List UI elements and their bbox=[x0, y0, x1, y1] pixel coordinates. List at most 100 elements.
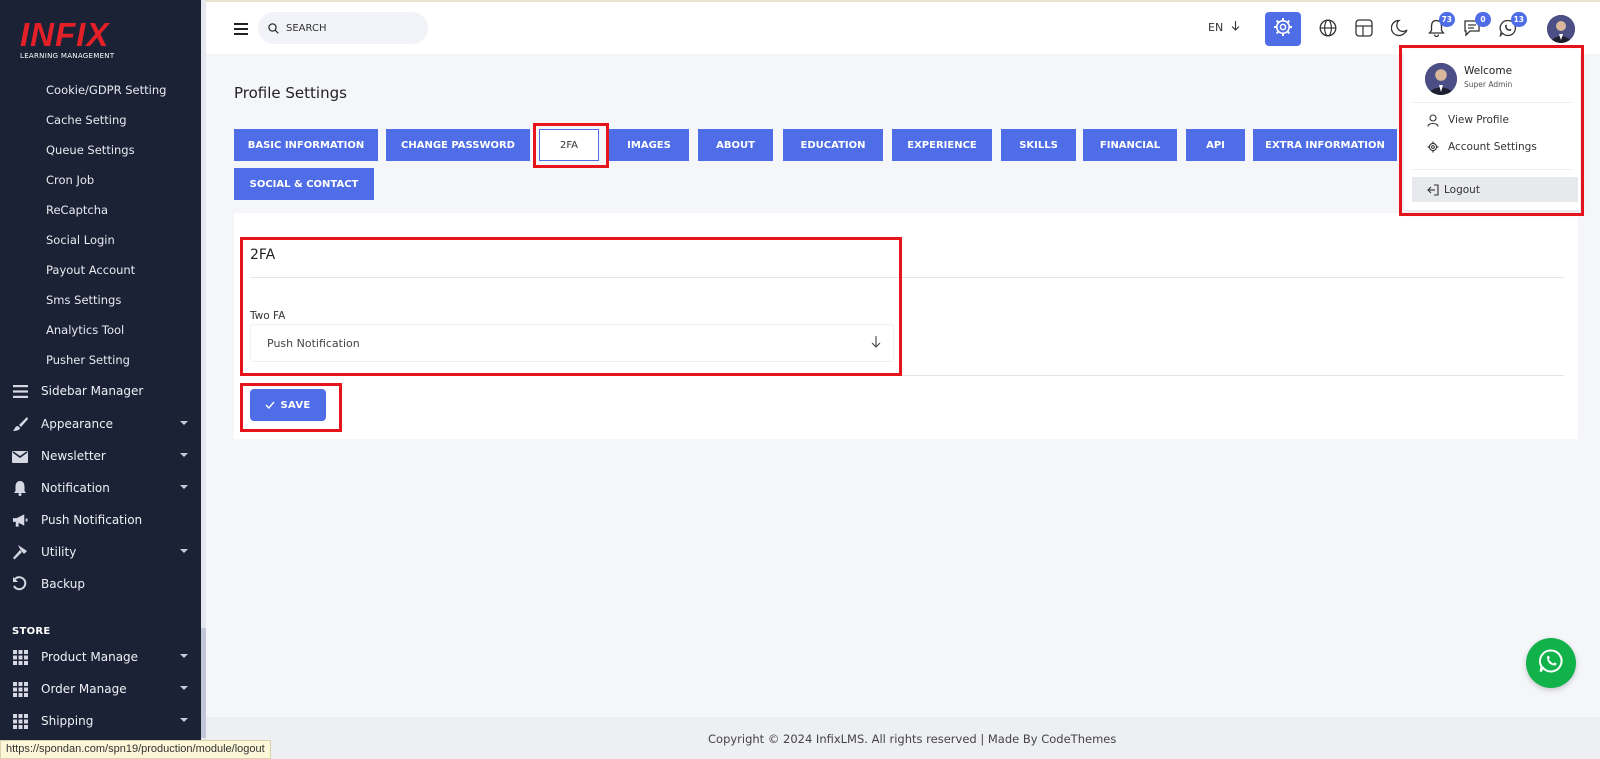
list-icon bbox=[12, 383, 28, 399]
tab-about[interactable]: ABOUT bbox=[698, 129, 773, 161]
tab-skills[interactable]: SKILLS bbox=[1001, 129, 1076, 161]
sidebar-item-appearance[interactable]: Appearance bbox=[12, 414, 192, 434]
sidebar-item-label: Newsletter bbox=[41, 449, 106, 463]
user-dropdown-menu: Welcome Super Admin View Profile Account… bbox=[1404, 50, 1580, 210]
user-avatar[interactable] bbox=[1547, 15, 1575, 43]
account-settings-label: Account Settings bbox=[1448, 141, 1537, 153]
logout-label: Logout bbox=[1444, 183, 1480, 196]
sidebar-item-newsletter[interactable]: Newsletter bbox=[12, 446, 192, 466]
highlight-2fa-field bbox=[240, 237, 902, 376]
user-role: Super Admin bbox=[1464, 80, 1513, 89]
tab-basic-information[interactable]: BASIC INFORMATION bbox=[234, 129, 378, 161]
sidebar-item-cron-job[interactable]: Cron Job bbox=[46, 173, 94, 187]
sidebar-item-order-manage[interactable]: Order Manage bbox=[12, 679, 192, 699]
chat-icon[interactable]: 13 bbox=[1497, 12, 1527, 39]
topbar: EN 73 0 13 bbox=[206, 0, 1600, 54]
tab-education[interactable]: EDUCATION bbox=[783, 129, 883, 161]
tab-change-password[interactable]: CHANGE PASSWORD bbox=[386, 129, 530, 161]
hammer-icon bbox=[12, 544, 28, 560]
sidebar-item-label: Order Manage bbox=[41, 682, 127, 696]
arrow-down-icon bbox=[1231, 21, 1240, 34]
chat-count-badge: 13 bbox=[1510, 12, 1527, 27]
undo-icon bbox=[12, 576, 28, 592]
grid-icon bbox=[12, 681, 28, 697]
brush-icon bbox=[12, 416, 28, 432]
search-icon bbox=[268, 19, 279, 38]
envelope-icon bbox=[12, 448, 28, 464]
chevron-down-icon bbox=[180, 421, 188, 425]
highlight-2fa-tab bbox=[533, 123, 609, 168]
tab-images[interactable]: IMAGES bbox=[609, 129, 689, 161]
sidebar-item-label: Utility bbox=[41, 545, 77, 559]
megaphone-icon bbox=[12, 512, 28, 528]
tab-experience[interactable]: EXPERIENCE bbox=[892, 129, 992, 161]
welcome-text: Welcome bbox=[1464, 65, 1513, 77]
layout-icon[interactable] bbox=[1353, 17, 1375, 39]
logo-mark: INFIX bbox=[20, 16, 110, 53]
search-input[interactable] bbox=[286, 22, 416, 34]
sidebar-item-sidebar-manager[interactable]: Sidebar Manager bbox=[12, 381, 192, 401]
grid-icon bbox=[12, 713, 28, 729]
sidebar: INFIX LEARNING MANAGEMENT Cookie/GDPR Se… bbox=[0, 0, 206, 759]
sidebar-item-pusher-setting[interactable]: Pusher Setting bbox=[46, 353, 130, 367]
sidebar-item-push-notification[interactable]: Push Notification bbox=[12, 510, 192, 530]
chevron-down-icon bbox=[180, 718, 188, 722]
logo-subtitle: LEARNING MANAGEMENT bbox=[20, 52, 115, 60]
store-heading: STORE bbox=[12, 626, 51, 637]
sidebar-item-label: Appearance bbox=[41, 417, 114, 431]
sidebar-item-label: Notification bbox=[41, 481, 110, 495]
view-profile-label: View Profile bbox=[1448, 114, 1509, 126]
sidebar-item-cookie-gdpr[interactable]: Cookie/GDPR Setting bbox=[46, 83, 166, 97]
sidebar-item-notification[interactable]: Notification bbox=[12, 478, 192, 498]
whatsapp-icon bbox=[1538, 648, 1564, 678]
sidebar-item-backup[interactable]: Backup bbox=[12, 574, 192, 594]
divider bbox=[1412, 102, 1572, 103]
language-selector[interactable]: EN bbox=[1208, 21, 1240, 34]
notification-bell-icon[interactable]: 73 bbox=[1425, 12, 1455, 39]
account-settings-link[interactable]: Account Settings bbox=[1426, 140, 1537, 154]
sidebar-item-shipping[interactable]: Shipping bbox=[12, 711, 192, 731]
sidebar-item-label: Backup bbox=[41, 577, 85, 591]
tab-extra-information[interactable]: EXTRA INFORMATION bbox=[1253, 129, 1397, 161]
user-icon bbox=[1426, 113, 1440, 127]
sidebar-item-label: Sidebar Manager bbox=[41, 384, 144, 398]
globe-icon[interactable] bbox=[1317, 17, 1339, 39]
search-box[interactable] bbox=[258, 12, 428, 44]
logout-button[interactable]: Logout bbox=[1412, 177, 1578, 202]
chevron-down-icon bbox=[180, 485, 188, 489]
sidebar-item-utility[interactable]: Utility bbox=[12, 542, 192, 562]
divider bbox=[1412, 169, 1572, 170]
view-profile-link[interactable]: View Profile bbox=[1426, 113, 1509, 127]
tab-financial[interactable]: FINANCIAL bbox=[1083, 129, 1177, 161]
sidebar-item-cache[interactable]: Cache Setting bbox=[46, 113, 127, 127]
gear-icon bbox=[1426, 140, 1440, 154]
sidebar-item-social-login[interactable]: Social Login bbox=[46, 233, 115, 247]
settings-button[interactable] bbox=[1265, 12, 1301, 46]
sidebar-scrollbar[interactable] bbox=[201, 0, 206, 759]
message-count-badge: 0 bbox=[1475, 12, 1491, 27]
language-label: EN bbox=[1208, 21, 1224, 34]
sidebar-item-recaptcha[interactable]: ReCaptcha bbox=[46, 203, 108, 217]
whatsapp-chat-button[interactable] bbox=[1526, 638, 1576, 688]
sidebar-item-label: Product Manage bbox=[41, 650, 139, 664]
highlight-save-button bbox=[240, 383, 342, 432]
sidebar-item-analytics-tool[interactable]: Analytics Tool bbox=[46, 323, 124, 337]
notification-count-badge: 73 bbox=[1438, 12, 1455, 27]
sidebar-item-product-manage[interactable]: Product Manage bbox=[12, 647, 192, 667]
logo[interactable]: INFIX LEARNING MANAGEMENT bbox=[20, 16, 115, 61]
message-icon[interactable]: 0 bbox=[1461, 12, 1491, 39]
sidebar-item-payout-account[interactable]: Payout Account bbox=[46, 263, 135, 277]
moon-icon[interactable] bbox=[1389, 17, 1411, 39]
sidebar-item-sms-settings[interactable]: Sms Settings bbox=[46, 293, 121, 307]
tab-social-contact[interactable]: SOCIAL & CONTACT bbox=[234, 168, 374, 200]
logout-icon bbox=[1426, 183, 1440, 197]
chevron-down-icon bbox=[180, 549, 188, 553]
browser-status-url: https://spondan.com/spn19/production/mod… bbox=[0, 740, 271, 759]
page-title: Profile Settings bbox=[234, 84, 347, 102]
sidebar-item-queue[interactable]: Queue Settings bbox=[46, 143, 135, 157]
grid-icon bbox=[12, 649, 28, 665]
menu-toggle-icon[interactable] bbox=[234, 20, 248, 39]
tab-api[interactable]: API bbox=[1186, 129, 1245, 161]
gear-icon bbox=[1273, 17, 1293, 41]
avatar bbox=[1425, 63, 1457, 95]
